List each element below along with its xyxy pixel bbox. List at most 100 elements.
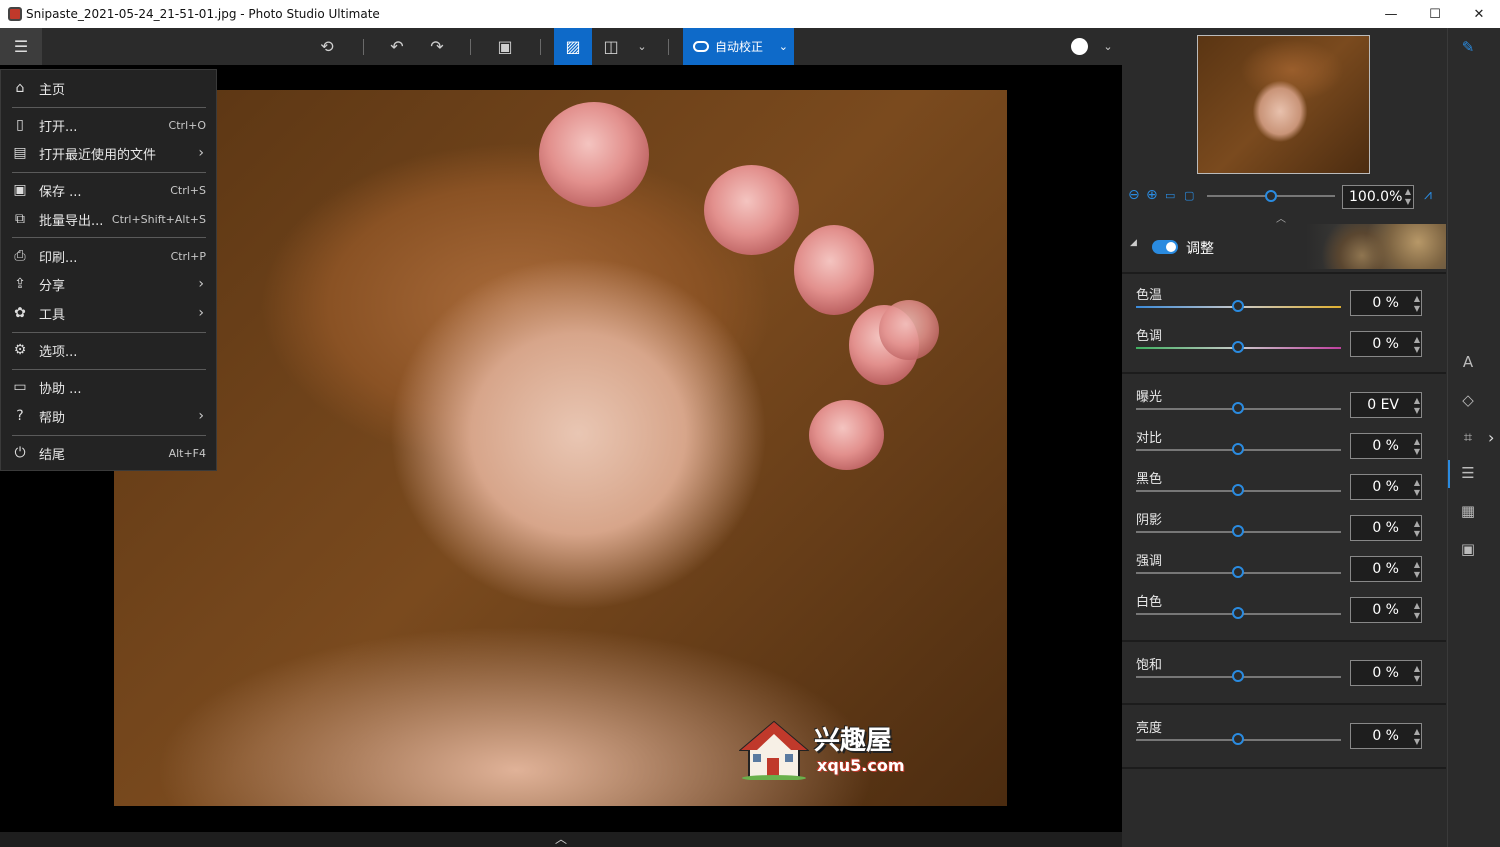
spinner-icon[interactable]: ▲ ▼ (1414, 727, 1420, 747)
menu-divider (12, 237, 206, 238)
text-tool-icon[interactable]: A (1448, 353, 1488, 371)
zoom-out-icon[interactable]: ⊖ (1128, 187, 1140, 203)
spinner-icon[interactable]: ▲ ▼ (1414, 294, 1420, 314)
save-icon: ▣ (13, 182, 27, 198)
brightness-value[interactable]: 0 % (1350, 723, 1422, 749)
adjust-toggle[interactable] (1152, 240, 1178, 254)
filmstrip-toggle[interactable]: ︿ (0, 832, 1122, 847)
menu-item-home[interactable]: ⌂ 主页 (1, 75, 218, 101)
tint-value[interactable]: 0 % (1350, 331, 1422, 357)
contrast-value[interactable]: 0 % (1350, 433, 1422, 459)
menu-item-open[interactable]: ▯ 打开... Ctrl+O (1, 112, 218, 138)
compare-view-icon[interactable]: ◫ (596, 28, 626, 65)
close-button[interactable]: ✕ (1456, 0, 1500, 28)
menu-item-label: 工具 (39, 307, 66, 323)
view-dropdown-chevron-icon[interactable]: ⌄ (630, 28, 654, 65)
chevron-right-icon[interactable]: › (1488, 428, 1494, 447)
whites-label: 白色 (1136, 595, 1163, 610)
spinner-icon[interactable]: ▲ ▼ (1414, 335, 1420, 355)
color-temp-label: 色温 (1136, 288, 1163, 303)
menu-item-batch-export[interactable]: ⧉ 批量导出... Ctrl+Shift+Alt+S (1, 206, 218, 232)
save-icon[interactable]: ▣ (490, 28, 520, 65)
shadows-row: 阴影 0 % ▲ ▼ (1122, 509, 1446, 550)
settings-icon: ⚙ (13, 342, 27, 358)
auto-correct-chevron-icon[interactable]: ⌄ (779, 40, 788, 53)
shadows-knob[interactable] (1232, 525, 1244, 537)
spinner-icon[interactable]: ▲ ▼ (1414, 560, 1420, 580)
redo-icon[interactable]: ↷ (422, 28, 452, 65)
menu-item-exit[interactable]: ⏻ 结尾 Alt+F4 (1, 440, 218, 466)
whites-knob[interactable] (1232, 607, 1244, 619)
exposure-knob[interactable] (1232, 402, 1244, 414)
recent-files-icon: ▤ (13, 145, 27, 161)
spinner-icon[interactable]: ▲ ▼ (1414, 396, 1420, 416)
exposure-value[interactable]: 0 EV (1350, 392, 1422, 418)
zoom-in-icon[interactable]: ⊕ (1146, 187, 1158, 203)
eraser-icon[interactable]: ◇ (1448, 391, 1488, 409)
shadows-value[interactable]: 0 % (1350, 515, 1422, 541)
actual-size-icon[interactable]: ▭ (1165, 189, 1175, 202)
adjust-header[interactable]: ◢ 调整 (1122, 224, 1446, 269)
expand-triangle-icon[interactable]: ◢ (1130, 238, 1137, 248)
menu-item-share[interactable]: ⇪ 分享 › (1, 271, 218, 297)
chevron-right-icon: › (198, 276, 204, 292)
zoom-slider[interactable] (1207, 190, 1335, 202)
color-temp-value[interactable]: 0 % (1350, 290, 1422, 316)
menu-button[interactable]: ☰ (0, 28, 42, 65)
auto-correct-button[interactable]: 自动校正 ⌄ (683, 28, 794, 65)
fit-to-screen-icon[interactable]: ▢ (1184, 189, 1194, 202)
edit-panel-icon[interactable]: ✎ (1448, 38, 1488, 56)
adjust-title: 调整 (1186, 241, 1214, 257)
crop-icon[interactable]: ⌗ (1448, 428, 1488, 446)
menu-item-recent-files[interactable]: ▤ 打开最近使用的文件 › (1, 140, 218, 166)
contrast-knob[interactable] (1232, 443, 1244, 455)
color-temp-knob[interactable] (1232, 300, 1244, 312)
menu-item-tools[interactable]: ✿ 工具 › (1, 300, 218, 326)
chevron-right-icon: › (198, 145, 204, 161)
spinner-icon[interactable]: ▲ ▼ (1414, 664, 1420, 684)
maximize-button[interactable]: ☐ (1412, 0, 1458, 28)
zoom-value-field[interactable]: 100.0% ▲ ▼ (1342, 185, 1414, 209)
blacks-knob[interactable] (1232, 484, 1244, 496)
account-icon[interactable] (1066, 28, 1092, 65)
highlights-knob[interactable] (1232, 566, 1244, 578)
zoom-spinner-icon[interactable]: ▲ ▼ (1405, 187, 1411, 207)
tint-row: 色调 0 % ▲ ▼ (1122, 325, 1446, 366)
menu-item-label: 批量导出... (39, 213, 104, 229)
undo-icon[interactable]: ↶ (382, 28, 412, 65)
histogram-icon[interactable]: ⩘ (1424, 187, 1432, 203)
account-chevron-icon[interactable]: ⌄ (1098, 28, 1118, 65)
grid-icon[interactable]: ▦ (1448, 502, 1488, 520)
saturation-value[interactable]: 0 % (1350, 660, 1422, 686)
spinner-icon[interactable]: ▲ ▼ (1414, 601, 1420, 621)
chevron-up-icon[interactable]: ︿ (555, 832, 567, 847)
active-tool-indicator (1448, 460, 1450, 488)
menu-item-label: 结尾 (39, 447, 66, 463)
blacks-value[interactable]: 0 % (1350, 474, 1422, 500)
single-view-icon[interactable]: ▨ (554, 28, 592, 65)
menu-item-save[interactable]: ▣ 保存 ... Ctrl+S (1, 177, 218, 203)
minimize-button[interactable]: — (1368, 0, 1414, 28)
hamburger-icon[interactable]: ☰ (14, 37, 28, 56)
menu-item-label: 保存 ... (39, 184, 82, 200)
watermark: 兴趣屋 xqu5.com (739, 710, 909, 790)
undo-all-icon[interactable]: ⟲ (312, 28, 342, 65)
menu-item-assist[interactable]: ▭ 协助 ... (1, 374, 218, 400)
menu-item-print[interactable]: ⎙ 印刷... Ctrl+P (1, 243, 218, 269)
menu-item-options[interactable]: ⚙ 选项... (1, 337, 218, 363)
navigator-thumbnail[interactable] (1197, 35, 1370, 174)
menu-item-help[interactable]: ? 帮助 › (1, 403, 218, 429)
adjust-sliders-icon[interactable]: ☰ (1448, 464, 1488, 482)
zoom-slider-knob[interactable] (1265, 190, 1277, 202)
whites-value[interactable]: 0 % (1350, 597, 1422, 623)
image-frame-icon[interactable]: ▣ (1448, 540, 1488, 558)
spinner-icon[interactable]: ▲ ▼ (1414, 519, 1420, 539)
highlights-value[interactable]: 0 % (1350, 556, 1422, 582)
brightness-knob[interactable] (1232, 733, 1244, 745)
spinner-icon[interactable]: ▲ ▼ (1414, 478, 1420, 498)
saturation-knob[interactable] (1232, 670, 1244, 682)
tint-knob[interactable] (1232, 341, 1244, 353)
spinner-icon[interactable]: ▲ ▼ (1414, 437, 1420, 457)
share-icon: ⇪ (14, 276, 26, 292)
collapse-navigator-icon[interactable]: ︿ (1276, 210, 1286, 225)
